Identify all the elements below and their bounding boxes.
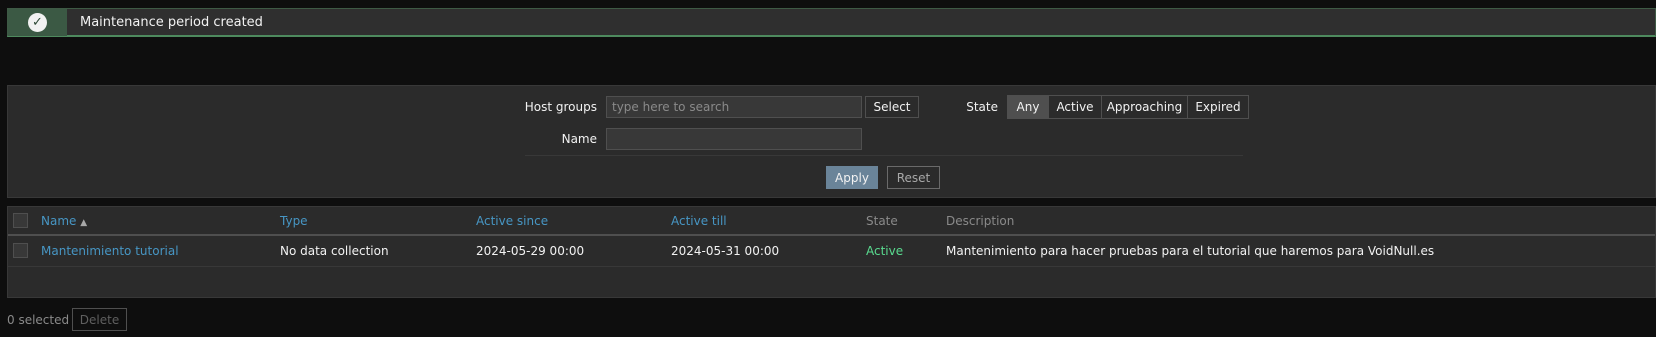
column-type[interactable]: Type: [280, 214, 308, 228]
name-label: Name: [561, 132, 597, 146]
maintenance-state: Active: [866, 244, 904, 258]
state-selector: Any Active Approaching Expired: [1007, 95, 1249, 119]
check-circle-icon: ✓: [8, 9, 67, 36]
host-groups-input[interactable]: [606, 96, 862, 118]
name-input[interactable]: [606, 128, 862, 150]
column-name-label: Name: [41, 214, 77, 228]
table-header: Name ▲ Type Active since Active till Sta…: [8, 207, 1655, 236]
maintenance-description: Mantenimiento para hacer pruebas para el…: [946, 244, 1435, 258]
column-active-till[interactable]: Active till: [671, 214, 727, 228]
maintenance-active-till: 2024-05-31 00:00: [671, 244, 780, 258]
table-row: Mantenimiento tutorial No data collectio…: [8, 236, 1655, 267]
maintenance-type: No data collection: [280, 244, 389, 258]
select-all-checkbox[interactable]: [13, 213, 28, 228]
column-name[interactable]: Name ▲: [41, 214, 87, 228]
maintenance-active-since: 2024-05-29 00:00: [476, 244, 585, 258]
host-groups-label: Host groups: [524, 100, 597, 114]
success-message-text: Maintenance period created: [80, 15, 263, 30]
apply-button[interactable]: Apply: [826, 166, 878, 189]
row-checkbox[interactable]: [13, 243, 28, 258]
column-description: Description: [946, 214, 1015, 228]
delete-button[interactable]: Delete: [72, 308, 127, 331]
column-state: State: [866, 214, 898, 228]
column-active-since[interactable]: Active since: [476, 214, 548, 228]
selected-count: 0 selected: [7, 313, 70, 327]
maintenance-table: Name ▲ Type Active since Active till Sta…: [7, 206, 1656, 298]
state-option-any[interactable]: Any: [1008, 96, 1049, 118]
filter-divider: [525, 155, 1243, 156]
success-message: ✓ Maintenance period created: [7, 8, 1656, 37]
state-label: State: [966, 100, 998, 114]
select-button[interactable]: Select: [865, 96, 919, 118]
sort-ascending-icon: ▲: [80, 218, 88, 228]
filter-panel: Host groups Select Name State Any Active…: [7, 85, 1656, 198]
state-option-approaching[interactable]: Approaching: [1102, 96, 1188, 118]
reset-button[interactable]: Reset: [887, 166, 940, 189]
state-option-expired[interactable]: Expired: [1188, 96, 1248, 118]
state-option-active[interactable]: Active: [1049, 96, 1102, 118]
maintenance-name-link[interactable]: Mantenimiento tutorial: [41, 244, 179, 258]
